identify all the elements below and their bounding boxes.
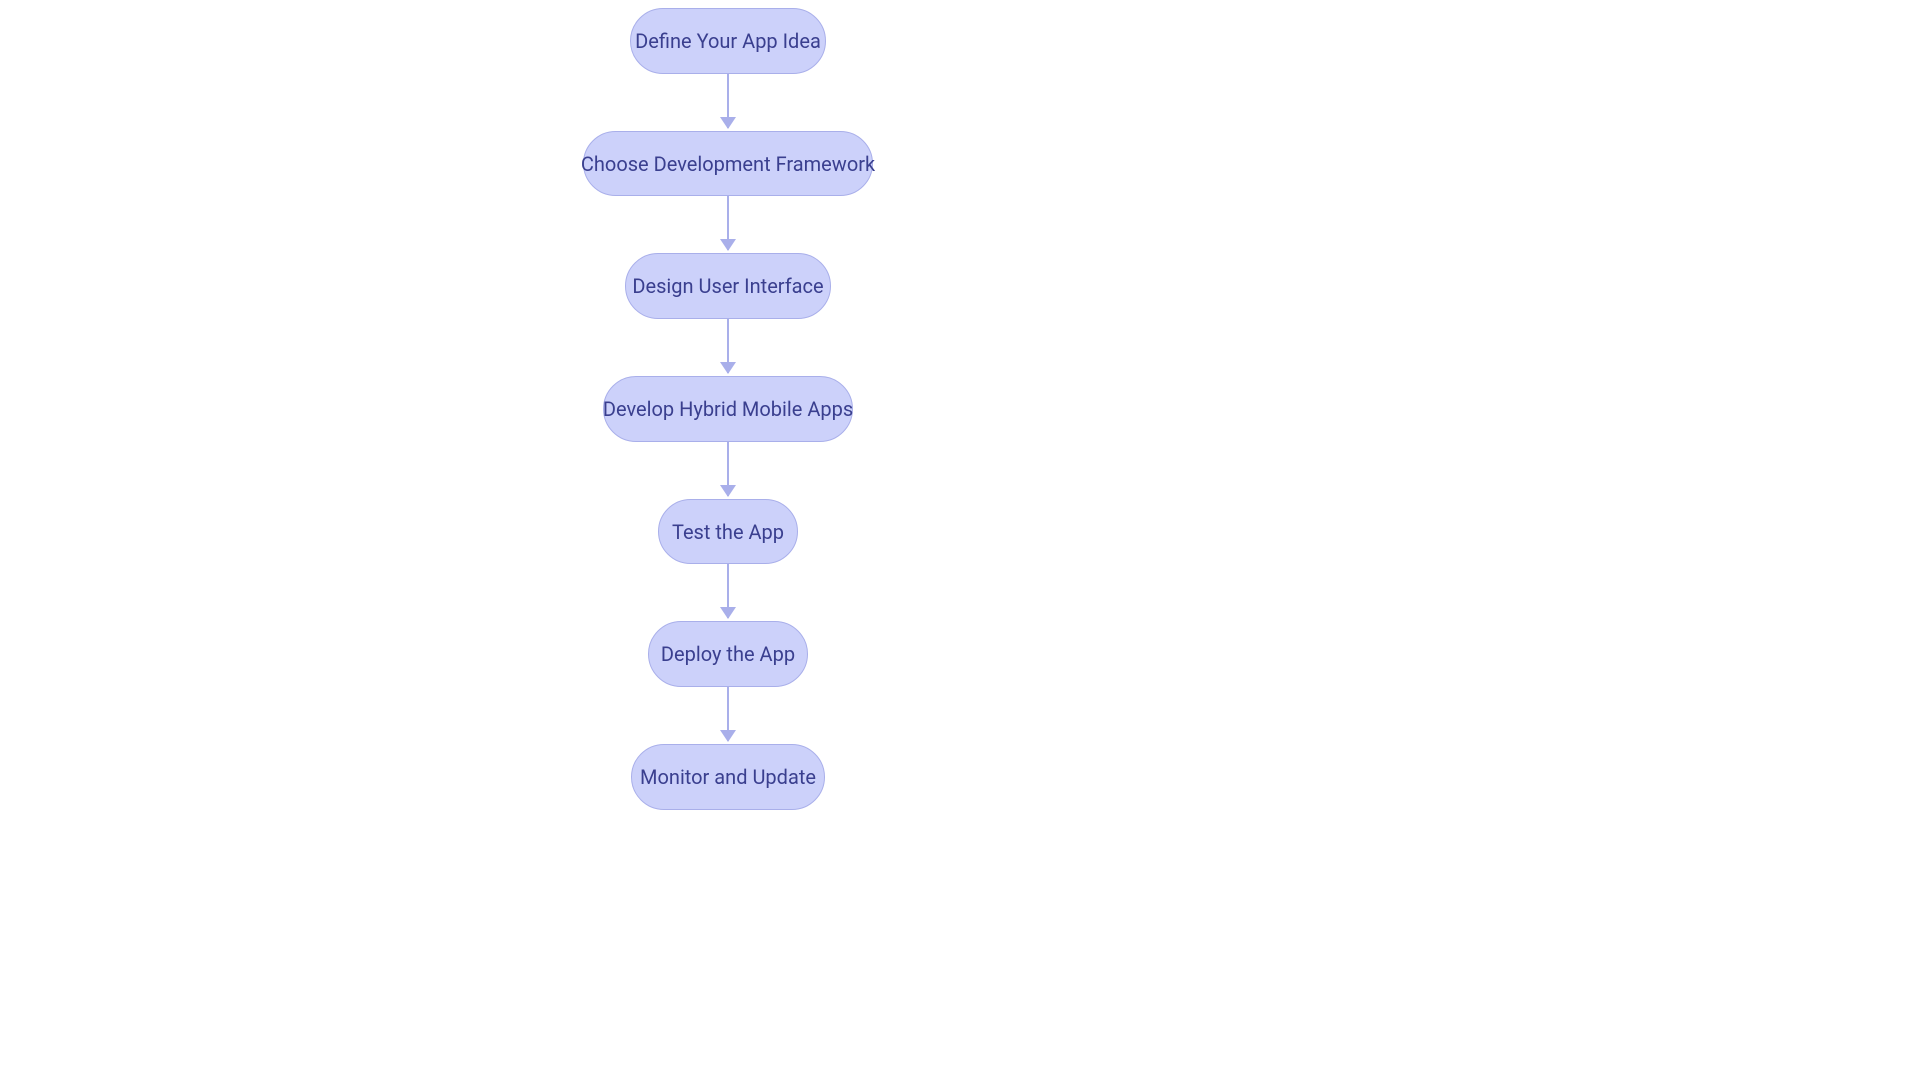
flow-node-label: Deploy the App bbox=[661, 644, 795, 664]
flow-node-label: Test the App bbox=[672, 522, 784, 542]
flow-node-develop-hybrid: Develop Hybrid Mobile Apps bbox=[603, 376, 853, 442]
flow-arrow bbox=[727, 319, 729, 373]
flow-node-choose-framework: Choose Development Framework bbox=[583, 131, 873, 196]
flow-node-define-app-idea: Define Your App Idea bbox=[630, 8, 826, 74]
flow-node-label: Design User Interface bbox=[632, 276, 823, 296]
flow-node-deploy-app: Deploy the App bbox=[648, 621, 808, 687]
flow-arrow bbox=[727, 196, 729, 250]
flow-node-label: Develop Hybrid Mobile Apps bbox=[603, 399, 853, 419]
flow-node-label: Define Your App Idea bbox=[635, 31, 821, 51]
flow-arrow bbox=[727, 564, 729, 618]
flow-node-monitor-update: Monitor and Update bbox=[631, 744, 825, 810]
flowchart-canvas: Define Your App Idea Choose Development … bbox=[0, 0, 1920, 1083]
flow-node-test-app: Test the App bbox=[658, 499, 798, 564]
flow-node-label: Choose Development Framework bbox=[581, 154, 875, 174]
flow-node-design-ui: Design User Interface bbox=[625, 253, 831, 319]
flow-node-label: Monitor and Update bbox=[640, 767, 816, 787]
flow-arrow bbox=[727, 687, 729, 741]
flow-arrow bbox=[727, 74, 729, 128]
flow-arrow bbox=[727, 442, 729, 496]
